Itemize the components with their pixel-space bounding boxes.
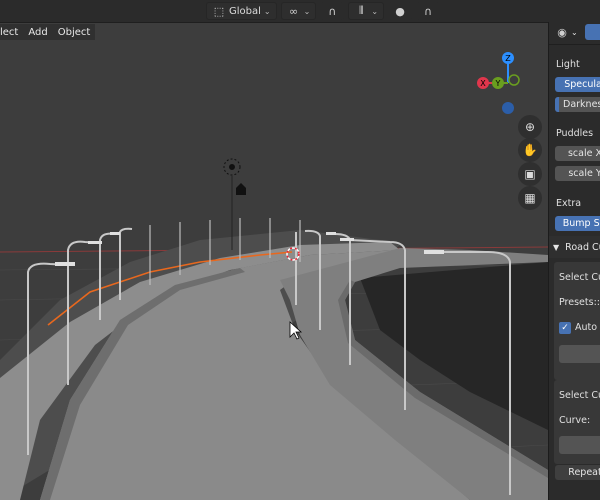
chevron-down-icon: ⌄	[571, 27, 578, 37]
viewport-menubar: lect Add Object	[0, 24, 96, 40]
camera-object	[236, 183, 246, 195]
pan-hand-icon[interactable]: ✋	[518, 138, 542, 162]
snap-magnet-icon: ∩	[328, 4, 337, 18]
select-curve-label-1: Select Cur	[559, 272, 600, 283]
transform-orientation-icon: ⬚	[213, 4, 225, 18]
left-lamp-heads	[55, 232, 120, 266]
3d-viewport[interactable]: Z X Y ⊕ ✋ ▣ ▦ lect Add Object	[0, 0, 548, 500]
preset-field[interactable]	[559, 345, 600, 363]
transform-orientation-dropdown[interactable]: ⬚ Global ⌄	[206, 2, 277, 20]
menu-object[interactable]: Object	[52, 24, 96, 40]
bump-strength-field[interactable]: Bump Str	[555, 216, 600, 231]
grid-ortho-icon[interactable]: ▦	[518, 186, 542, 210]
repeat-button[interactable]: Repeat	[555, 465, 600, 480]
proportional-editing-toggle[interactable]: ●	[388, 2, 413, 20]
light-section-title: Light	[556, 59, 580, 70]
gizmo-y-label: Y	[495, 79, 501, 88]
road-curve-title: Road Cu	[565, 241, 600, 253]
snap-increment-icon: ⫴	[359, 4, 364, 17]
header-tools: ⬚ Global ⌄ ∞ ⌄ ∩ ⫴ ⌄ ● ∩	[206, 2, 441, 20]
chevron-down-icon: ⌄	[371, 6, 379, 16]
orientation-label: Global	[229, 5, 261, 17]
menu-select[interactable]: lect	[0, 24, 24, 40]
snap-increment-dropdown[interactable]: ⫴ ⌄	[348, 2, 385, 20]
gizmo-z-label: Z	[505, 54, 511, 63]
proportional-editing-icon: ●	[395, 4, 405, 18]
scale-x-field[interactable]: scale X	[555, 146, 600, 161]
road-curve-panel-header[interactable]: ▼ Road Cu	[549, 236, 600, 258]
extra-section-title: Extra	[556, 198, 582, 209]
darkness-label: Darkness	[563, 99, 600, 110]
divider	[549, 44, 600, 45]
visibility-dropdown[interactable]: ◉ ⌄	[555, 25, 585, 39]
eye-icon: ◉	[557, 25, 567, 39]
zoom-icon[interactable]: ⊕	[518, 115, 542, 139]
darkness-slider[interactable]: Darkness	[555, 97, 600, 112]
viewport-header: ⬚ Global ⌄ ∞ ⌄ ∩ ⫴ ⌄ ● ∩	[0, 0, 600, 23]
gizmo-toggle-icon[interactable]	[585, 24, 600, 40]
curve-label: Curve:	[559, 415, 591, 426]
sidebar-panel: ◉ ⌄ Light Specular Darkness Puddles scal…	[548, 22, 600, 500]
chevron-down-icon: ⌄	[303, 6, 311, 16]
falloff-curve-icon: ∩	[423, 4, 433, 18]
auto-checkbox[interactable]: ✓	[559, 322, 571, 334]
camera-icon[interactable]: ▣	[518, 162, 542, 186]
snap-toggle[interactable]: ∩	[320, 2, 345, 20]
pivot-point-dropdown[interactable]: ∞ ⌄	[280, 2, 317, 20]
scale-y-field[interactable]: scale Y	[555, 166, 600, 181]
curve-field[interactable]	[559, 436, 600, 454]
pivot-point-icon: ∞	[289, 4, 299, 18]
auto-label: Auto C	[575, 322, 600, 333]
presets-label: Presets::	[559, 297, 600, 308]
specular-button[interactable]: Specular	[555, 77, 600, 92]
select-curve-label-2: Select Cus	[559, 390, 600, 401]
darkness-fill	[555, 97, 559, 112]
puddles-section-title: Puddles	[556, 128, 594, 139]
triangle-down-icon: ▼	[553, 242, 560, 252]
menu-add[interactable]: Add	[23, 24, 53, 40]
road-scene[interactable]	[0, 0, 548, 500]
chevron-down-icon: ⌄	[263, 6, 271, 16]
gizmo-x-label: X	[480, 79, 486, 88]
falloff-dropdown[interactable]: ∩	[416, 2, 441, 20]
